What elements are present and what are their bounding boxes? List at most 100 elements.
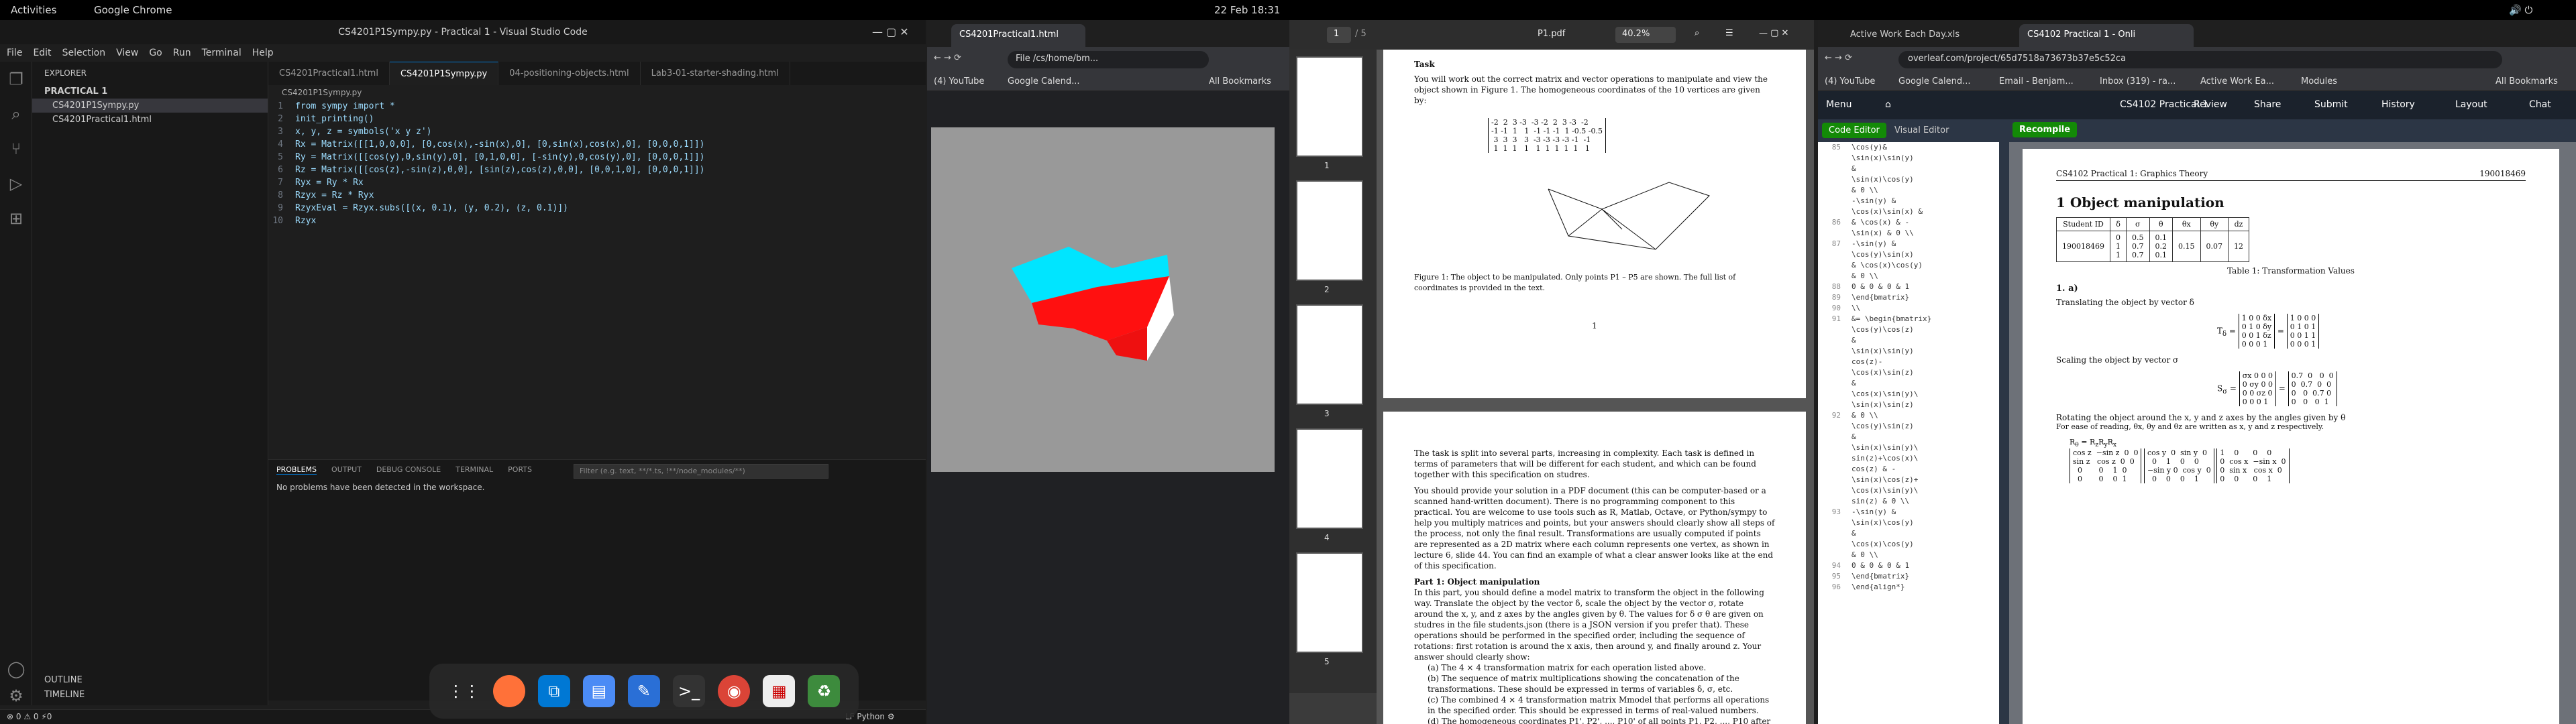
all-bookmarks[interactable]: All Bookmarks — [1209, 76, 1271, 86]
history-button[interactable]: History — [2381, 99, 2415, 110]
clock[interactable]: 22 Feb 18:31 — [1214, 4, 1280, 16]
chrome-icon[interactable]: ◉ — [718, 675, 751, 707]
source-line[interactable]: & \cos(x)\cos(y) — [1818, 260, 1999, 271]
pane-divider[interactable] — [1999, 142, 2009, 724]
source-line[interactable]: 94 0 & 0 & 0 & 1 — [1818, 560, 1999, 571]
source-line[interactable]: cos(z) & - — [1818, 464, 1999, 475]
search-icon[interactable]: ⌕ — [0, 97, 32, 131]
menu-help[interactable]: Help — [252, 48, 274, 58]
bookmark-item[interactable]: (4) YouTube — [1825, 76, 1875, 86]
menu-view[interactable]: View — [116, 48, 138, 58]
window-controls[interactable]: — ▢ ✕ — [1759, 28, 1788, 38]
source-line[interactable]: 88 0 & 0 & 0 & 1 — [1818, 282, 1999, 292]
menu-terminal[interactable]: Terminal — [202, 48, 241, 58]
menu-selection[interactable]: Selection — [62, 48, 106, 58]
code-line[interactable]: 7 Ryx = Ry * Rx — [268, 176, 926, 189]
visual-editor-toggle[interactable]: Visual Editor — [1888, 123, 1955, 138]
code-line[interactable]: 4 Rx = Matrix([[1,0,0,0], [0,cos(x),-sin(… — [268, 138, 926, 151]
explorer-icon[interactable]: ❐ — [0, 62, 32, 97]
code-editor-toggle[interactable]: Code Editor — [1822, 123, 1886, 138]
source-line[interactable]: 95 \end{bmatrix} — [1818, 571, 1999, 582]
pdf-page-view[interactable]: Task You will work out the correct matri… — [1377, 50, 1814, 724]
bookmark-item[interactable]: Active Work Ea... — [2200, 76, 2274, 86]
browser-tab[interactable]: Active Work Each Day.xls — [1842, 24, 2017, 47]
source-line[interactable]: & 0 \\ — [1818, 185, 1999, 196]
bookmark-item[interactable]: Modules — [2301, 76, 2337, 86]
text-editor-icon[interactable]: ✎ — [627, 675, 660, 707]
nav-arrows-icon[interactable]: ← → ⟳ — [934, 53, 961, 63]
problems-filter-input[interactable]: Filter (e.g. text, **/*.ts, !**/node_mod… — [574, 464, 828, 479]
source-line[interactable]: sin(z) & 0 \\ — [1818, 496, 1999, 507]
outline-section[interactable]: OUTLINE — [32, 673, 103, 687]
source-line[interactable]: 89 \end{bmatrix} — [1818, 292, 1999, 303]
source-line[interactable]: 87 -\sin(y) & — [1818, 239, 1999, 249]
code-line[interactable]: 8 Rzyx = Rz * Ryx — [268, 189, 926, 202]
source-line[interactable]: & — [1818, 378, 1999, 389]
source-line[interactable]: \sin(x)\cos(y) — [1818, 174, 1999, 185]
bookmark-youtube[interactable]: (4) YouTube — [934, 76, 984, 86]
chat-button[interactable]: Chat — [2529, 99, 2551, 110]
code-line[interactable]: 2 init_printing() — [268, 113, 926, 125]
nav-arrows-icon[interactable]: ← → ⟳ — [1825, 53, 1852, 63]
tab-output[interactable]: OUTPUT — [331, 465, 362, 475]
source-line[interactable]: & — [1818, 528, 1999, 539]
pdf-viewer-icon[interactable]: ▦ — [763, 675, 796, 707]
source-line[interactable]: cos(z)- — [1818, 357, 1999, 367]
source-line[interactable]: \cos(x)\cos(y) — [1818, 539, 1999, 550]
terminal-icon[interactable]: >_ — [673, 675, 706, 707]
source-line[interactable]: \cos(x)\sin(x) & — [1818, 206, 1999, 217]
document-viewer-icon[interactable]: ▤ — [582, 675, 615, 707]
vscode-icon[interactable]: ⧉ — [537, 675, 570, 707]
browser-tab-active[interactable]: CS4102 Practical 1 - Onli — [2019, 24, 2194, 47]
bookmark-calendar[interactable]: Google Calend... — [1008, 76, 1080, 86]
tab-shading-html[interactable]: Lab3-01-starter-shading.html — [641, 62, 790, 85]
webgl-canvas[interactable] — [931, 127, 1275, 472]
system-tray-icons[interactable]: 🔊 ⏻ — [2509, 4, 2532, 16]
code-line[interactable]: 6 Rz = Matrix([[cos(z),-sin(z),0,0], [sin… — [268, 164, 926, 176]
source-line[interactable]: \sin(x)\cos(y) — [1818, 518, 1999, 528]
menu-run[interactable]: Run — [173, 48, 191, 58]
review-button[interactable]: Review — [2194, 99, 2227, 110]
code-line[interactable]: 5 Ry = Matrix([[cos(y),0,sin(y),0], [0,1,… — [268, 151, 926, 164]
code-line[interactable]: 9 RzyxEval = Rzyx.subs([(x, 0.1), (y, 0.2… — [268, 202, 926, 215]
tab-sympy-py[interactable]: CS4201P1Sympy.py — [389, 62, 499, 85]
settings-gear-icon[interactable]: ⚙ — [0, 678, 32, 713]
trash-icon[interactable]: ♻ — [808, 675, 841, 707]
source-line[interactable]: \sin(x) & 0 \\ — [1818, 228, 1999, 239]
source-line[interactable]: & — [1818, 432, 1999, 442]
bookmark-item[interactable]: Inbox (319) - ra... — [2100, 76, 2176, 86]
layout-button[interactable]: Layout — [2455, 99, 2487, 110]
source-control-icon[interactable]: ⑂ — [0, 131, 32, 166]
code-line[interactable]: 3 x, y, z = symbols('x y z') — [268, 125, 926, 138]
source-line[interactable]: \cos(y)\sin(z) — [1818, 421, 1999, 432]
tab-practical-html[interactable]: CS4201Practical1.html — [268, 62, 390, 85]
page-number-input[interactable]: 1 — [1327, 27, 1351, 43]
submit-button[interactable]: Submit — [2314, 99, 2348, 110]
page-thumbnail[interactable] — [1296, 304, 1363, 405]
zoom-select[interactable]: 40.2% — [1615, 27, 1676, 43]
source-line[interactable]: sin(z)+\cos(x)\ — [1818, 453, 1999, 464]
code-line[interactable]: 1 from sympy import * — [268, 100, 926, 113]
app-grid-icon[interactable]: ⋮⋮ — [448, 675, 480, 707]
page-thumbnail[interactable] — [1296, 56, 1363, 157]
source-line[interactable]: 86 & \cos(x) & - — [1818, 217, 1999, 228]
bookmark-item[interactable]: Email - Benjam... — [1999, 76, 2074, 86]
source-line[interactable]: \cos(y)\cos(z) — [1818, 324, 1999, 335]
source-line[interactable]: \cos(x)\sin(z) — [1818, 367, 1999, 378]
file-item[interactable]: CS4201P1Sympy.py — [32, 99, 268, 113]
bookmark-item[interactable]: Google Calend... — [1898, 76, 1971, 86]
page-thumbnail[interactable] — [1296, 552, 1363, 653]
source-line[interactable]: 90 \\ — [1818, 303, 1999, 314]
page-thumbnail[interactable] — [1296, 180, 1363, 281]
status-problems[interactable]: ⊗ 0 ⚠ 0 ⚡0 — [7, 712, 52, 721]
file-item[interactable]: CS4201Practical1.html — [32, 113, 268, 127]
source-line[interactable]: & 0 \\ — [1818, 550, 1999, 560]
project-folder[interactable]: PRACTICAL 1 — [32, 84, 268, 99]
code-line[interactable]: 10 Rzyx — [268, 215, 926, 227]
all-bookmarks[interactable]: All Bookmarks — [2496, 76, 2558, 86]
source-line[interactable]: 91 &= \begin{bmatrix} — [1818, 314, 1999, 324]
source-line[interactable]: \cos(x)\sin(y)\ — [1818, 389, 1999, 400]
extensions-icon[interactable]: ⊞ — [0, 201, 32, 236]
source-line[interactable]: 96 \end{align*} — [1818, 582, 1999, 593]
source-line[interactable]: & — [1818, 335, 1999, 346]
